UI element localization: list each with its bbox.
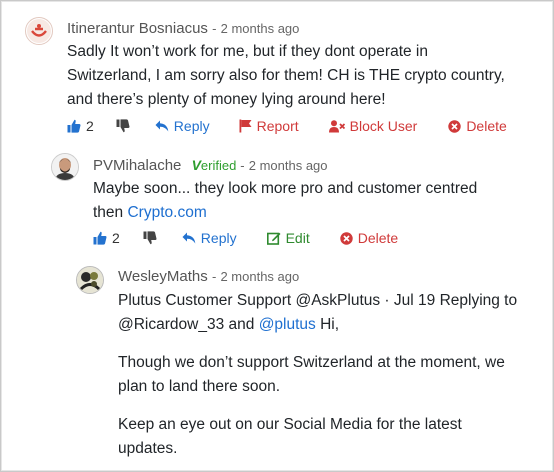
comment-text-line: Switzerland, I am sorry also for them! C… bbox=[67, 67, 505, 84]
edit-label: Edit bbox=[285, 230, 310, 246]
meta-separator: - bbox=[212, 21, 217, 36]
like-count: 2 bbox=[112, 230, 120, 246]
block-user-icon bbox=[328, 119, 345, 132]
like-button[interactable]: 2 bbox=[67, 117, 94, 135]
comment-timestamp[interactable]: 2 months ago bbox=[221, 21, 300, 36]
comment-text: then bbox=[93, 204, 128, 221]
like-button[interactable]: 2 bbox=[93, 229, 120, 247]
thumbs-up-icon bbox=[67, 119, 81, 133]
comment-text-line: @Ricardow_33 and @plutus Hi, bbox=[118, 313, 548, 337]
delete-icon bbox=[340, 231, 353, 245]
meta-separator: - bbox=[240, 158, 245, 173]
comment-text-line: Though we don’t support Switzerland at t… bbox=[118, 354, 505, 371]
comment-body: Maybe soon... they look more pro and cus… bbox=[93, 177, 548, 225]
comment-text-line: plan to land there soon. bbox=[118, 378, 281, 395]
comment-author[interactable]: Itinerantur Bosniacus bbox=[67, 20, 208, 37]
reply-label: Reply bbox=[200, 230, 237, 246]
report-label: Report bbox=[256, 118, 299, 134]
flag-icon bbox=[239, 119, 252, 133]
reply-button[interactable]: Reply bbox=[182, 229, 237, 247]
user-photo-icon bbox=[77, 267, 103, 293]
comment-1: Itinerantur Bosniacus - 2 months ago Sad… bbox=[1, 1, 553, 141]
dislike-button[interactable] bbox=[116, 119, 130, 133]
comment-author[interactable]: PVMihalache bbox=[93, 157, 181, 174]
avatar[interactable] bbox=[76, 266, 104, 294]
delete-icon bbox=[448, 119, 462, 133]
comment-actions: 2 Reply Edit Delete bbox=[93, 229, 398, 247]
comment-timestamp[interactable]: 2 months ago bbox=[220, 269, 299, 284]
edit-button[interactable]: Edit bbox=[266, 229, 310, 247]
comment-3: WesleyMaths - 2 months ago Plutus Custom… bbox=[1, 256, 553, 471]
delete-label: Delete bbox=[357, 230, 399, 246]
reply-icon bbox=[155, 120, 169, 132]
block-user-button[interactable]: Block User bbox=[328, 117, 418, 135]
comment-2: PVMihalache Verified - 2 months ago Mayb… bbox=[1, 141, 553, 256]
report-button[interactable]: Report bbox=[239, 117, 299, 135]
plutus-mention-link[interactable]: @plutus bbox=[259, 316, 316, 333]
like-count: 2 bbox=[86, 118, 94, 134]
comment-text: Hi, bbox=[315, 316, 340, 333]
comment-text-line: and there’s plenty of money lying around… bbox=[67, 91, 386, 108]
comment-text-line: Maybe soon... they look more pro and cus… bbox=[93, 180, 478, 197]
reply-label: Reply bbox=[173, 118, 210, 134]
comment-text-line: then Crypto.com bbox=[93, 201, 548, 225]
comment-text-line: Keep an eye out on our Social Media for … bbox=[118, 416, 462, 433]
block-user-label: Block User bbox=[349, 118, 418, 134]
comment-text-line: Sadly It won’t work for me, but if they … bbox=[67, 43, 428, 60]
comment-actions: 2 Reply Report Block User Delete bbox=[67, 117, 507, 135]
comment-timestamp[interactable]: 2 months ago bbox=[249, 158, 328, 173]
avatar[interactable] bbox=[25, 17, 53, 45]
comments-thread: Itinerantur Bosniacus - 2 months ago Sad… bbox=[0, 0, 554, 472]
comment-body: Plutus Customer Support @AskPlutus · Jul… bbox=[118, 289, 548, 461]
delete-button[interactable]: Delete bbox=[448, 117, 507, 135]
avatar[interactable] bbox=[51, 153, 79, 181]
thumbs-down-icon bbox=[143, 231, 157, 245]
reply-icon bbox=[182, 232, 196, 244]
meta-separator: - bbox=[211, 269, 217, 284]
delete-button[interactable]: Delete bbox=[340, 229, 398, 247]
verified-badge-label: erified bbox=[200, 158, 237, 173]
logo-avatar-icon bbox=[27, 19, 51, 43]
thumbs-up-icon bbox=[93, 231, 107, 245]
user-photo-icon bbox=[52, 154, 78, 180]
crypto-link[interactable]: Crypto.com bbox=[127, 204, 206, 221]
comment-text-line: Plutus Customer Support @AskPlutus · Jul… bbox=[118, 292, 518, 309]
edit-icon bbox=[266, 232, 281, 245]
delete-label: Delete bbox=[466, 118, 507, 134]
reply-button[interactable]: Reply bbox=[155, 117, 210, 135]
dislike-button[interactable] bbox=[143, 231, 157, 245]
comment-author[interactable]: WesleyMaths bbox=[118, 268, 208, 285]
verified-badge: Verified bbox=[192, 157, 241, 173]
comment-text: @Ricardow_33 and bbox=[118, 316, 259, 333]
thumbs-down-icon bbox=[116, 119, 130, 133]
comment-text-line: updates. bbox=[118, 440, 178, 457]
comment-body: Sadly It won’t work for me, but if they … bbox=[67, 40, 547, 112]
verified-badge-mark: V bbox=[191, 157, 201, 173]
